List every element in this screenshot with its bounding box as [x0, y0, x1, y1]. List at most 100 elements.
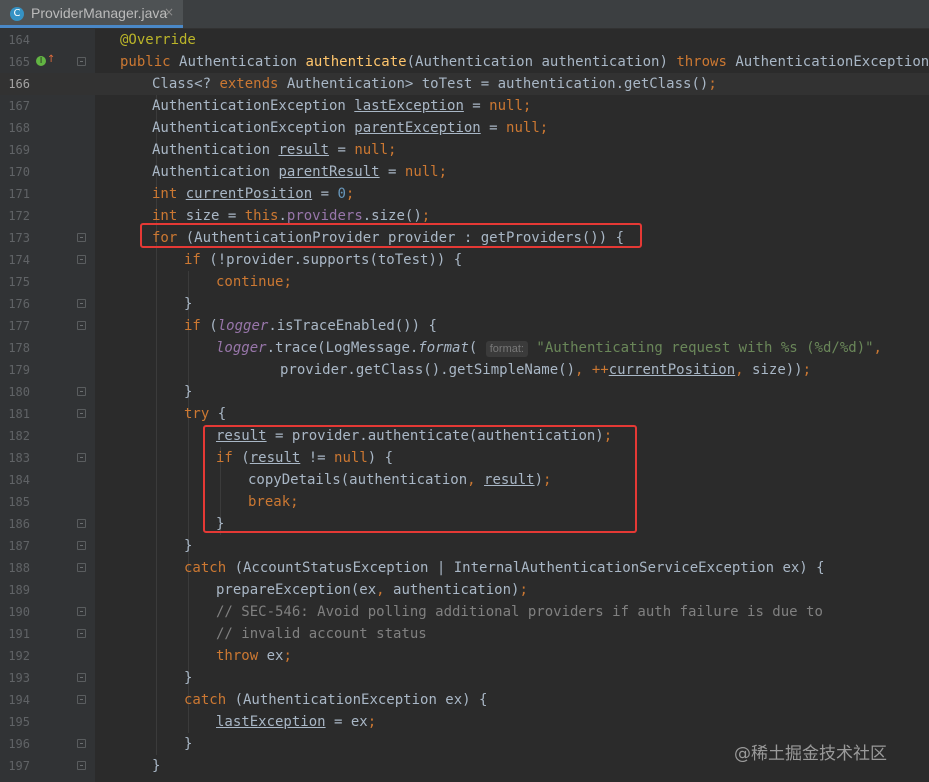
- code-line[interactable]: 174 if (!provider.supports(toTest)) {: [0, 249, 929, 271]
- code-line[interactable]: 191 // invalid account status: [0, 623, 929, 645]
- code-line[interactable]: 188 catch (AccountStatusException | Inte…: [0, 557, 929, 579]
- line-number: 196: [8, 737, 30, 751]
- code-line[interactable]: 169 Authentication result = null;: [0, 139, 929, 161]
- line-code: Authentication result = null;: [152, 142, 397, 158]
- watermark: @稀土掘金技术社区: [734, 744, 887, 764]
- line-number: 168: [8, 121, 30, 135]
- fold-icon[interactable]: [77, 387, 86, 396]
- line-number: 194: [8, 693, 30, 707]
- code-line[interactable]: 192 throw ex;: [0, 645, 929, 667]
- fold-icon[interactable]: [77, 761, 86, 770]
- fold-icon[interactable]: [77, 57, 86, 66]
- code-line[interactable]: 164 @Override: [0, 29, 929, 51]
- line-number: 191: [8, 627, 30, 641]
- code-line[interactable]: 176 }: [0, 293, 929, 315]
- line-number: 179: [8, 363, 30, 377]
- code-line[interactable]: 193 }: [0, 667, 929, 689]
- line-code: public Authentication authenticate(Authe…: [120, 54, 929, 70]
- line-number: 197: [8, 759, 30, 773]
- code-editor[interactable]: 164 @Override 165 I ↑ public Authenticat…: [0, 29, 929, 782]
- fold-icon[interactable]: [77, 255, 86, 264]
- fold-icon[interactable]: [77, 299, 86, 308]
- line-number: 176: [8, 297, 30, 311]
- line-number: 167: [8, 99, 30, 113]
- line-code: logger.trace(LogMessage.format( format: …: [216, 340, 882, 357]
- tab-provider-manager[interactable]: C ProviderManager.java ×: [0, 0, 183, 28]
- fold-icon[interactable]: [77, 519, 86, 528]
- fold-icon[interactable]: [77, 563, 86, 572]
- line-code: try {: [184, 406, 227, 422]
- line-code: }: [184, 736, 193, 752]
- code-line[interactable]: 171 int currentPosition = 0;: [0, 183, 929, 205]
- line-code: }: [184, 296, 193, 312]
- line-number: 165: [8, 55, 30, 69]
- highlight-box-for-loop: [140, 223, 642, 248]
- code-line[interactable]: 178 logger.trace(LogMessage.format( form…: [0, 337, 929, 359]
- line-code: @Override: [120, 32, 196, 48]
- fold-icon[interactable]: [77, 409, 86, 418]
- line-number: 172: [8, 209, 30, 223]
- line-code: if (!provider.supports(toTest)) {: [184, 252, 463, 268]
- line-number: 192: [8, 649, 30, 663]
- parameter-hint: format:: [485, 341, 528, 357]
- line-number: 170: [8, 165, 30, 179]
- code-line-current[interactable]: 166 Class<? extends Authentication> toTe…: [0, 73, 929, 95]
- override-arrow-icon[interactable]: ↑: [47, 54, 55, 65]
- editor-tab-bar: C ProviderManager.java ×: [0, 0, 929, 29]
- line-code: throw ex;: [216, 648, 292, 664]
- code-line[interactable]: 170 Authentication parentResult = null;: [0, 161, 929, 183]
- line-number: 189: [8, 583, 30, 597]
- line-number: 190: [8, 605, 30, 619]
- line-number: 182: [8, 429, 30, 443]
- line-number: 175: [8, 275, 30, 289]
- line-number: 171: [8, 187, 30, 201]
- line-number: 183: [8, 451, 30, 465]
- code-line[interactable]: 190 // SEC-546: Avoid polling additional…: [0, 601, 929, 623]
- line-number: 178: [8, 341, 30, 355]
- line-code: }: [184, 538, 193, 554]
- code-line[interactable]: 165 I ↑ public Authentication authentica…: [0, 51, 929, 73]
- fold-icon[interactable]: [77, 695, 86, 704]
- line-code: // invalid account status: [216, 626, 427, 642]
- line-code: prepareException(ex, authentication);: [216, 582, 528, 598]
- line-code: int currentPosition = 0;: [152, 186, 355, 202]
- fold-icon[interactable]: [77, 739, 86, 748]
- code-line[interactable]: 177 if (logger.isTraceEnabled()) {: [0, 315, 929, 337]
- code-line[interactable]: 167 AuthenticationException lastExceptio…: [0, 95, 929, 117]
- line-code: catch (AccountStatusException | Internal…: [184, 560, 825, 576]
- line-code: continue;: [216, 274, 292, 290]
- fold-icon[interactable]: [77, 453, 86, 462]
- fold-icon[interactable]: [77, 607, 86, 616]
- line-number: 181: [8, 407, 30, 421]
- code-line[interactable]: 168 AuthenticationException parentExcept…: [0, 117, 929, 139]
- line-number: 193: [8, 671, 30, 685]
- line-number: 188: [8, 561, 30, 575]
- line-code: AuthenticationException parentException …: [152, 120, 549, 136]
- fold-icon[interactable]: [77, 629, 86, 638]
- line-code: AuthenticationException lastException = …: [152, 98, 532, 114]
- line-code: lastException = ex;: [216, 714, 377, 730]
- fold-icon[interactable]: [77, 321, 86, 330]
- code-line[interactable]: 189 prepareException(ex, authentication)…: [0, 579, 929, 601]
- close-icon[interactable]: ×: [164, 5, 174, 19]
- code-line[interactable]: 179 provider.getClass().getSimpleName(),…: [0, 359, 929, 381]
- fold-icon[interactable]: [77, 233, 86, 242]
- fold-icon[interactable]: [77, 541, 86, 550]
- code-line[interactable]: 194 catch (AuthenticationException ex) {: [0, 689, 929, 711]
- line-code: Authentication parentResult = null;: [152, 164, 448, 180]
- code-line[interactable]: 175 continue;: [0, 271, 929, 293]
- code-line[interactable]: 195 lastException = ex;: [0, 711, 929, 733]
- line-number: 164: [8, 33, 30, 47]
- code-line[interactable]: 180 }: [0, 381, 929, 403]
- line-code: // SEC-546: Avoid polling additional pro…: [216, 604, 823, 620]
- fold-icon[interactable]: [77, 673, 86, 682]
- code-line[interactable]: 187 }: [0, 535, 929, 557]
- line-number: 195: [8, 715, 30, 729]
- line-number: 180: [8, 385, 30, 399]
- implements-icon[interactable]: I: [36, 56, 46, 66]
- line-code: Class<? extends Authentication> toTest =…: [152, 76, 717, 92]
- code-line[interactable]: 181 try {: [0, 403, 929, 425]
- line-code: }: [184, 384, 193, 400]
- line-code: if (logger.isTraceEnabled()) {: [184, 318, 437, 334]
- line-code: }: [184, 670, 193, 686]
